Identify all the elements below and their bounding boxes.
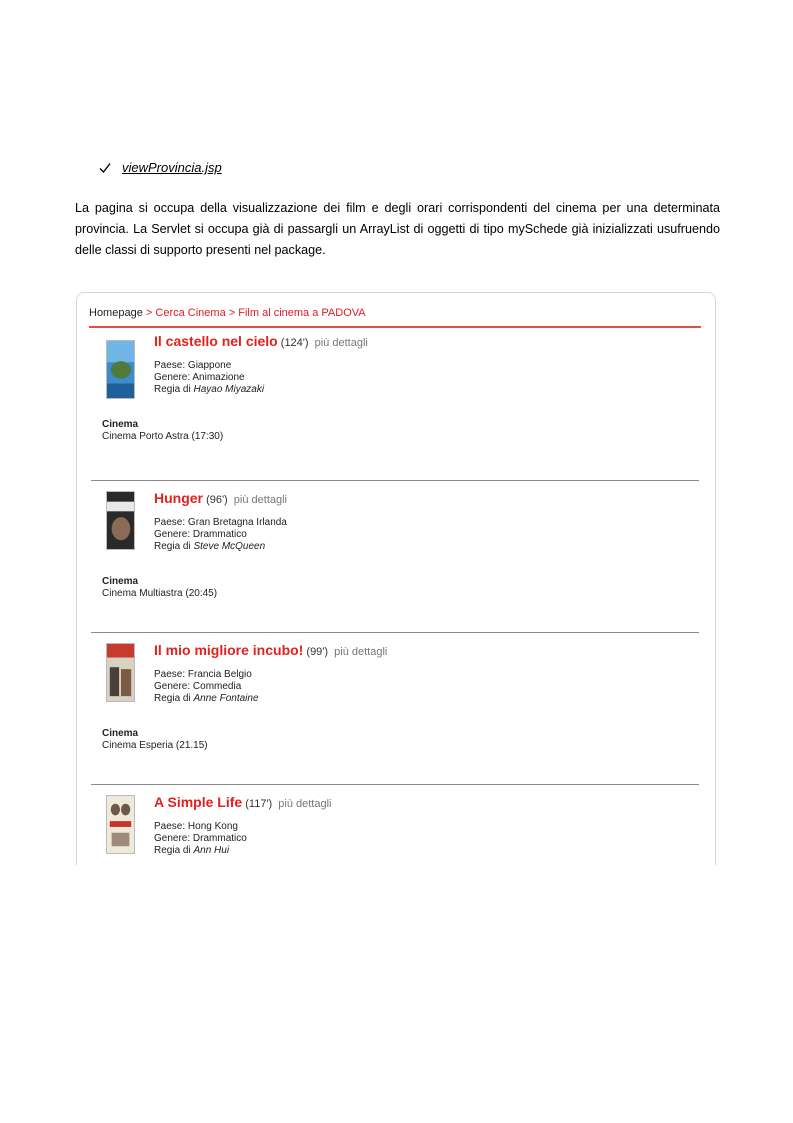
film-director: Regia di Steve McQueen <box>154 541 266 552</box>
bullet-item: viewProvincia.jsp <box>99 160 222 175</box>
breadcrumb-home[interactable]: Homepage <box>89 307 143 319</box>
film-country: Paese: Hong Kong <box>154 821 238 832</box>
cinema-showing: Cinema Esperia (21.15) <box>102 740 208 751</box>
film-meta: Paese: Giappone Genere: Animazione Regia… <box>154 360 264 396</box>
film-heading: Il mio migliore incubo! (99') più dettag… <box>154 642 387 658</box>
cinema-label: Cinema <box>102 728 139 739</box>
film-duration: (99') <box>306 646 329 658</box>
more-details-link[interactable]: più dettagli <box>315 337 368 349</box>
cinema-block: Cinema Cinema Esperia (21.15) <box>102 728 208 752</box>
breadcrumb-current: Film al cinema a PADOVA <box>238 307 366 319</box>
film-director: Regia di Hayao Miyazaki <box>154 384 265 395</box>
film-poster[interactable] <box>106 491 135 550</box>
film-entry: A Simple Life (117') più dettagli Paese:… <box>77 784 715 865</box>
film-heading: A Simple Life (117') più dettagli <box>154 794 331 810</box>
file-name-link[interactable]: viewProvincia.jsp <box>122 160 222 175</box>
film-entry: Hunger (96') più dettagli Paese: Gran Br… <box>77 480 715 630</box>
film-meta: Paese: Hong Kong Genere: Drammatico Regi… <box>154 821 247 857</box>
more-details-link[interactable]: più dettagli <box>234 494 287 506</box>
film-director: Regia di Anne Fontaine <box>154 693 259 704</box>
film-duration: (124') <box>280 337 309 349</box>
film-genre: Genere: Drammatico <box>154 833 247 844</box>
breadcrumb-separator: > <box>145 307 153 319</box>
cinema-label: Cinema <box>102 419 139 430</box>
description-paragraph: La pagina si occupa della visualizzazion… <box>75 201 720 257</box>
film-meta: Paese: Francia Belgio Genere: Commedia R… <box>154 669 259 705</box>
film-title[interactable]: Il castello nel cielo <box>154 333 278 349</box>
film-genre: Genere: Animazione <box>154 372 245 383</box>
cinema-block: Cinema Cinema Multiastra (20:45) <box>102 576 217 600</box>
entry-divider <box>91 784 699 785</box>
film-title[interactable]: Il mio migliore incubo! <box>154 642 303 658</box>
film-director: Regia di Ann Hui <box>154 845 230 856</box>
film-poster[interactable] <box>106 643 135 702</box>
film-country: Paese: Giappone <box>154 360 232 371</box>
entry-divider <box>91 480 699 481</box>
film-poster[interactable] <box>106 795 135 854</box>
film-entry: Il mio migliore incubo! (99') più dettag… <box>77 632 715 782</box>
cinema-label: Cinema <box>102 576 139 587</box>
checkmark-icon <box>99 162 111 173</box>
film-genre: Genere: Commedia <box>154 681 242 692</box>
embedded-screenshot: Homepage > Cerca Cinema > Film al cinema… <box>76 292 716 865</box>
film-meta: Paese: Gran Bretagna Irlanda Genere: Dra… <box>154 517 287 553</box>
cinema-showing: Cinema Multiastra (20:45) <box>102 588 218 599</box>
more-details-link[interactable]: più dettagli <box>278 798 331 810</box>
film-duration: (96') <box>206 494 228 506</box>
film-heading: Il castello nel cielo (124') più dettagl… <box>154 333 368 349</box>
film-title[interactable]: Hunger <box>154 490 203 506</box>
cinema-block: Cinema Cinema Porto Astra (17:30) <box>102 419 223 443</box>
document-page: viewProvincia.jsp La pagina si occupa de… <box>0 0 793 1123</box>
entry-divider <box>91 632 699 633</box>
film-title[interactable]: A Simple Life <box>154 794 242 810</box>
film-poster[interactable] <box>106 340 135 399</box>
film-heading: Hunger (96') più dettagli <box>154 490 287 506</box>
breadcrumb-separator: > <box>228 307 236 319</box>
film-country: Paese: Francia Belgio <box>154 669 252 680</box>
breadcrumb: Homepage > Cerca Cinema > Film al cinema… <box>89 307 366 319</box>
film-entry: Il castello nel cielo (124') più dettagl… <box>77 328 715 478</box>
film-duration: (117') <box>245 798 273 810</box>
breadcrumb-search[interactable]: Cerca Cinema <box>155 307 225 319</box>
film-genre: Genere: Drammatico <box>154 529 247 540</box>
cinema-showing: Cinema Porto Astra (17:30) <box>102 431 224 442</box>
more-details-link[interactable]: più dettagli <box>334 646 387 658</box>
film-country: Paese: Gran Bretagna Irlanda <box>154 517 287 528</box>
